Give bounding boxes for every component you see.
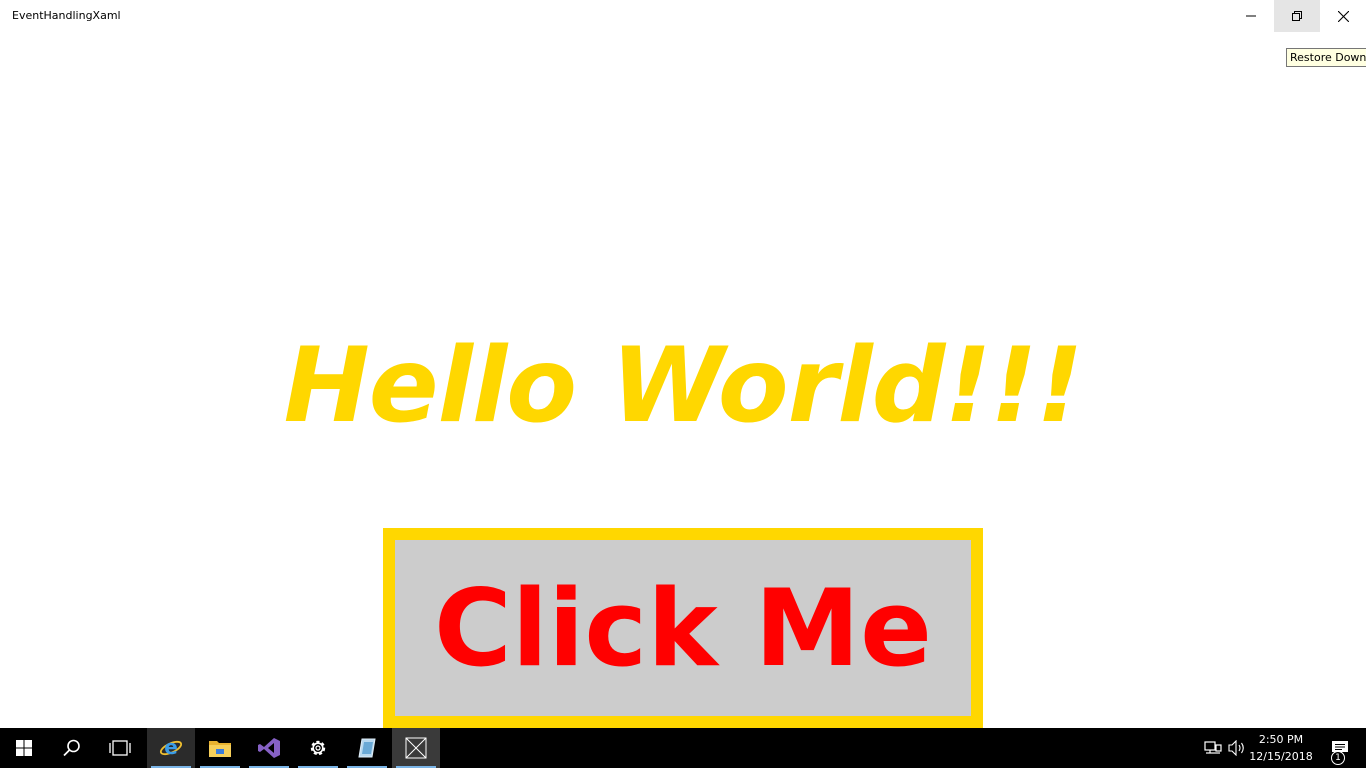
hello-world-text: Hello World!!! xyxy=(283,326,1084,446)
window-title: EventHandlingXaml xyxy=(12,9,121,22)
taskbar-app[interactable] xyxy=(343,728,391,768)
taskbar-file-explorer[interactable] xyxy=(196,728,244,768)
placeholder-app-icon xyxy=(405,737,427,759)
taskbar: e 2:50 PM 12/15/2018 xyxy=(0,728,1366,768)
click-me-label: Click Me xyxy=(433,567,933,690)
click-me-button[interactable]: Click Me xyxy=(383,528,983,728)
volume-icon[interactable] xyxy=(1228,740,1246,756)
folder-icon xyxy=(209,741,231,757)
windows-logo-icon xyxy=(16,740,32,756)
task-view-button[interactable] xyxy=(96,728,144,768)
close-icon xyxy=(1337,10,1349,22)
start-button[interactable] xyxy=(0,728,48,768)
taskbar-running-app[interactable] xyxy=(392,728,440,768)
visual-studio-icon xyxy=(258,738,280,758)
minimize-button[interactable] xyxy=(1228,0,1274,32)
taskbar-visual-studio[interactable] xyxy=(245,728,293,768)
restore-down-tooltip: Restore Down xyxy=(1286,48,1366,67)
search-icon xyxy=(63,739,80,757)
restore-icon xyxy=(1292,11,1302,21)
close-button[interactable] xyxy=(1320,0,1366,32)
clock-time: 2:50 PM xyxy=(1258,733,1304,746)
network-icon[interactable] xyxy=(1204,740,1222,756)
notification-count-badge: 1 xyxy=(1331,751,1345,765)
task-view-icon xyxy=(109,740,131,756)
search-button[interactable] xyxy=(48,728,96,768)
title-bar: EventHandlingXaml xyxy=(0,0,1366,32)
restore-down-button[interactable] xyxy=(1274,0,1320,32)
minimize-icon xyxy=(1246,15,1256,17)
taskbar-clock[interactable]: 2:50 PM 12/15/2018 xyxy=(1246,731,1316,765)
taskbar-internet-explorer[interactable]: e xyxy=(147,728,195,768)
svg-text:e: e xyxy=(164,736,178,759)
clock-date: 12/15/2018 xyxy=(1249,750,1313,763)
internet-explorer-icon: e xyxy=(159,736,183,759)
app-icon xyxy=(358,738,376,758)
taskbar-settings[interactable] xyxy=(294,728,342,768)
gear-icon xyxy=(310,740,326,756)
